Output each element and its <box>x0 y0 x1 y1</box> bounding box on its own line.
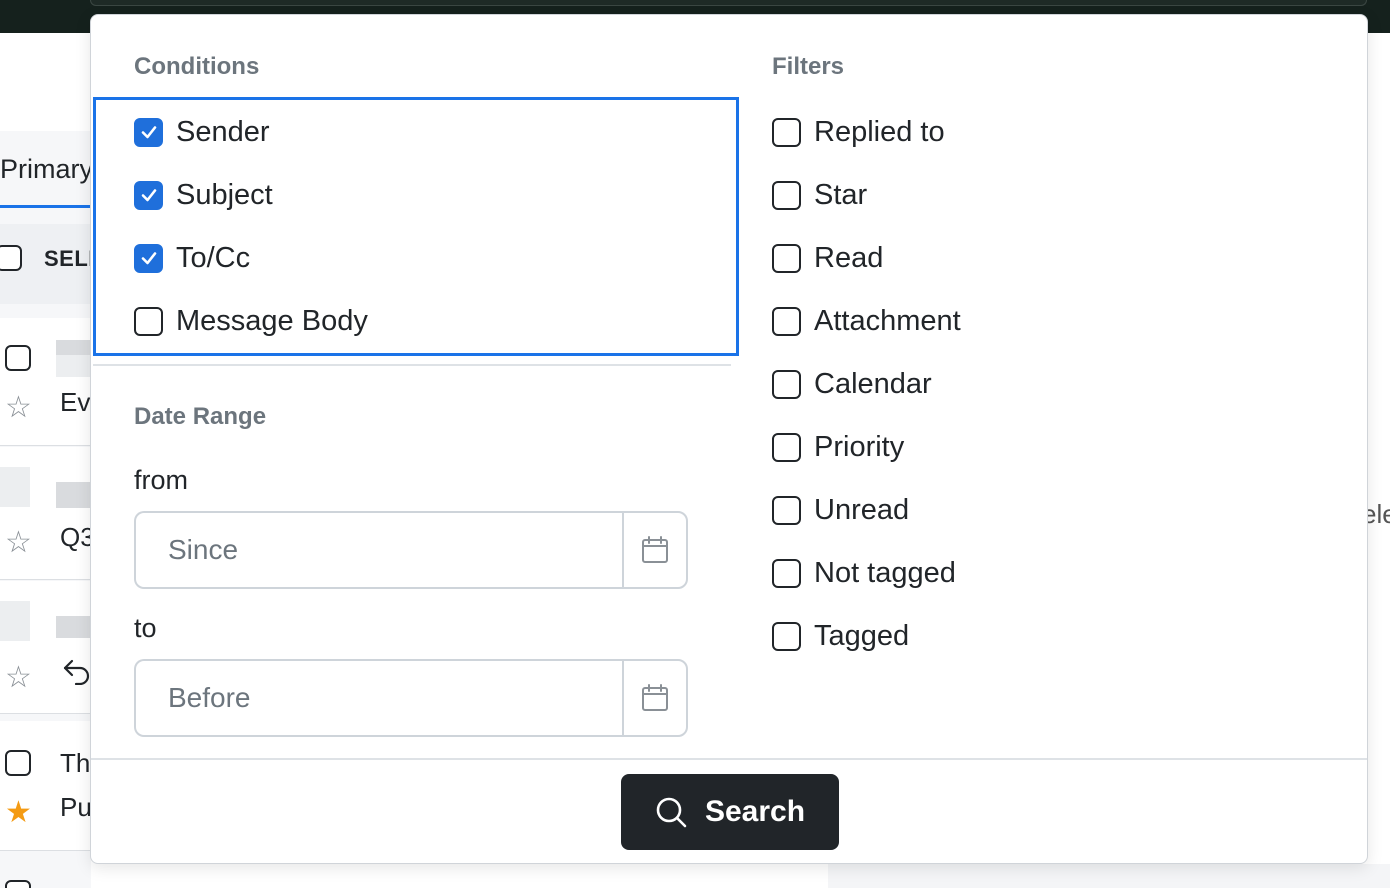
to-calendar-button[interactable] <box>622 659 688 737</box>
list-item-checkbox[interactable] <box>5 345 31 371</box>
calendar-icon <box>642 684 668 711</box>
attachment-label: Attachment <box>814 304 961 337</box>
read-label: Read <box>814 241 884 274</box>
star-icon[interactable]: ☆ <box>5 528 32 558</box>
tab-primary-indicator <box>0 205 91 208</box>
star-icon[interactable]: ☆ <box>5 393 32 423</box>
replied-to-checkbox[interactable] <box>772 117 801 147</box>
calendar-checkbox[interactable] <box>772 369 801 399</box>
search-button[interactable]: Search <box>621 774 839 850</box>
search-icon <box>656 797 687 828</box>
filter-star[interactable]: Star <box>772 175 867 215</box>
avatar <box>56 616 91 638</box>
list-item[interactable] <box>0 318 91 446</box>
avatar <box>56 355 91 377</box>
not-tagged-checkbox[interactable] <box>772 558 801 588</box>
calendar-label: Calendar <box>814 367 932 400</box>
filter-attachment[interactable]: Attachment <box>772 301 961 341</box>
list-item[interactable] <box>0 721 91 851</box>
read-checkbox[interactable] <box>772 243 801 273</box>
from-date-input[interactable] <box>134 511 622 589</box>
sender-checkbox[interactable] <box>134 117 163 147</box>
sender-label: Sender <box>176 115 270 148</box>
star-checkbox[interactable] <box>772 180 801 210</box>
tagged-checkbox[interactable] <box>772 621 801 651</box>
filter-replied-to[interactable]: Replied to <box>772 112 945 152</box>
avatar <box>0 601 30 641</box>
list-item-subject: Pu <box>60 792 92 822</box>
check-icon <box>141 252 156 265</box>
from-date-group <box>134 511 688 589</box>
filter-calendar[interactable]: Calendar <box>772 364 932 404</box>
advanced-search-dialog: Conditions Sender Subject To/Cc Message … <box>90 14 1368 864</box>
to-label: to <box>134 613 157 643</box>
list-item-checkbox[interactable] <box>5 750 31 776</box>
footer-divider <box>91 758 1367 760</box>
tagged-label: Tagged <box>814 619 910 652</box>
condition-message-body[interactable]: Message Body <box>134 301 368 341</box>
avatar <box>56 482 91 508</box>
not-tagged-label: Not tagged <box>814 556 956 589</box>
avatar <box>0 467 30 507</box>
to-date-group <box>134 659 688 737</box>
background-panel <box>828 864 1390 888</box>
check-icon <box>141 126 156 139</box>
list-item-sender: Th <box>60 748 91 778</box>
priority-checkbox[interactable] <box>772 432 801 462</box>
select-all-checkbox[interactable] <box>0 245 22 271</box>
subject-label: Subject <box>176 178 273 211</box>
check-icon <box>141 189 156 202</box>
condition-subject[interactable]: Subject <box>134 175 273 215</box>
tab-primary[interactable]: Primary <box>0 154 93 185</box>
conditions-title: Conditions <box>134 53 260 80</box>
filter-not-tagged[interactable]: Not tagged <box>772 553 956 593</box>
date-range-title: Date Range <box>134 403 267 430</box>
priority-label: Priority <box>814 430 905 463</box>
replied-to-label: Replied to <box>814 115 945 148</box>
to-cc-checkbox[interactable] <box>134 243 163 273</box>
avatar <box>56 340 91 355</box>
calendar-icon <box>642 536 668 563</box>
to-cc-label: To/Cc <box>176 241 251 274</box>
to-date-input[interactable] <box>134 659 622 737</box>
filter-tagged[interactable]: Tagged <box>772 616 909 656</box>
list-item-subject: Ev <box>60 387 91 417</box>
from-label: from <box>134 465 188 495</box>
attachment-checkbox[interactable] <box>772 306 801 336</box>
unread-checkbox[interactable] <box>772 495 801 525</box>
condition-to-cc[interactable]: To/Cc <box>134 238 250 278</box>
star-icon[interactable]: ☆ <box>5 663 32 693</box>
message-body-label: Message Body <box>176 304 368 337</box>
select-all-label: SELI <box>44 246 95 271</box>
list-item-checkbox[interactable] <box>5 880 31 888</box>
message-body-checkbox[interactable] <box>134 306 163 336</box>
star-filled-icon[interactable]: ★ <box>5 798 32 828</box>
star-label: Star <box>814 178 868 211</box>
reply-icon <box>63 659 90 685</box>
unread-label: Unread <box>814 493 910 526</box>
section-divider <box>93 364 731 366</box>
filter-priority[interactable]: Priority <box>772 427 904 467</box>
search-button-label: Search <box>704 795 806 828</box>
filter-unread[interactable]: Unread <box>772 490 909 530</box>
filters-title: Filters <box>772 53 845 80</box>
condition-sender[interactable]: Sender <box>134 112 270 152</box>
top-search-bar[interactable] <box>90 0 1367 6</box>
subject-checkbox[interactable] <box>134 180 163 210</box>
from-calendar-button[interactable] <box>622 511 688 589</box>
filter-read[interactable]: Read <box>772 238 883 278</box>
